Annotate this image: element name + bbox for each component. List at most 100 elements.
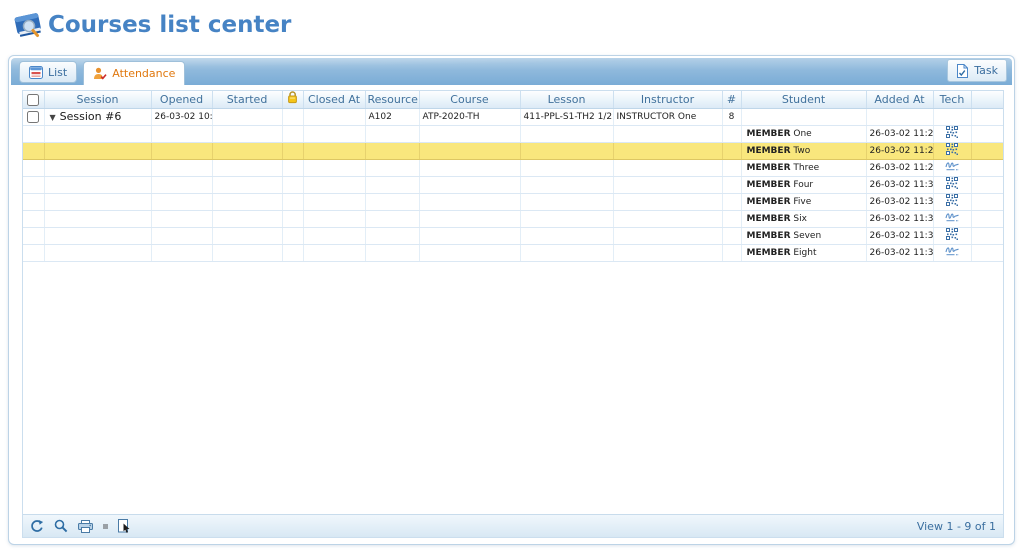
cell-added_at: 26-03-02 11:20: [866, 125, 933, 142]
member-row[interactable]: MEMBER Four26-03-02 11:30: [23, 176, 1003, 193]
task-button[interactable]: Task: [947, 59, 1007, 82]
cell-select: [23, 193, 44, 210]
tab-attendance-label: Attendance: [112, 67, 175, 80]
cell-select: [23, 159, 44, 176]
cell-count: [722, 125, 741, 142]
column-header-student[interactable]: Student: [741, 91, 866, 108]
qr-code-icon[interactable]: [946, 143, 958, 155]
column-header-count[interactable]: #: [722, 91, 741, 108]
cell-select: [23, 176, 44, 193]
column-header-select[interactable]: [23, 91, 44, 108]
cell-actions: [971, 244, 1003, 261]
cell-count: [722, 176, 741, 193]
cell-student: MEMBER One: [741, 125, 866, 142]
cell-course: [419, 159, 520, 176]
cell-started: [212, 125, 282, 142]
print-icon[interactable]: [78, 520, 93, 533]
cell-session: [44, 210, 151, 227]
cell-instructor: [613, 159, 722, 176]
cell-tech: [933, 244, 971, 261]
tab-list[interactable]: List: [19, 61, 77, 83]
column-header-opened[interactable]: Opened: [151, 91, 212, 108]
table-header-row: SessionOpenedStarted Closed AtResourceCou…: [23, 91, 1003, 108]
signature-icon[interactable]: [945, 211, 960, 223]
cell-course: [419, 176, 520, 193]
session-row[interactable]: ▼Session #626-03-02 10:58A102ATP-2020-TH…: [23, 108, 1003, 125]
cell-resource: [365, 210, 419, 227]
cell-resource: [365, 125, 419, 142]
qr-code-icon[interactable]: [946, 126, 958, 138]
column-header-started[interactable]: Started: [212, 91, 282, 108]
task-button-label: Task: [974, 64, 998, 77]
cell-resource: [365, 227, 419, 244]
cell-started: [212, 159, 282, 176]
cell-tech: [933, 142, 971, 159]
student-given: Six: [791, 214, 807, 224]
courses-panel: List Attendance Task: [8, 55, 1015, 545]
attendance-grid: SessionOpenedStarted Closed AtResourceCou…: [22, 90, 1004, 538]
cell-select: [23, 125, 44, 142]
cell-session: [44, 193, 151, 210]
qr-code-icon[interactable]: [946, 228, 958, 240]
cell-resource: [365, 244, 419, 261]
cell-added_at: 26-03-02 11:32: [866, 210, 933, 227]
grid-scroll-area: SessionOpenedStarted Closed AtResourceCou…: [23, 91, 1003, 514]
collapse-icon[interactable]: ▼: [50, 113, 56, 122]
column-header-resource[interactable]: Resource: [365, 91, 419, 108]
column-header-lesson[interactable]: Lesson: [520, 91, 613, 108]
cell-resource: [365, 159, 419, 176]
cell-tech: [933, 227, 971, 244]
column-header-closed_at[interactable]: Closed At: [303, 91, 365, 108]
signature-icon[interactable]: [945, 245, 960, 257]
student-family: MEMBER: [747, 129, 791, 139]
cell-count: [722, 210, 741, 227]
tab-list-label: List: [48, 66, 67, 79]
cell-instructor: [613, 176, 722, 193]
tab-bar: List Attendance Task: [11, 58, 1012, 85]
cell-added_at: 26-03-02 11:22: [866, 159, 933, 176]
column-header-tech[interactable]: Tech: [933, 91, 971, 108]
member-row[interactable]: MEMBER Five26-03-02 11:30: [23, 193, 1003, 210]
cell-student: MEMBER Six: [741, 210, 866, 227]
cell-course: [419, 125, 520, 142]
row-checkbox[interactable]: [27, 111, 39, 123]
cell-started: [212, 176, 282, 193]
cell-started: [212, 108, 282, 125]
cell-instructor: [613, 227, 722, 244]
column-header-actions[interactable]: [971, 91, 1003, 108]
member-row[interactable]: MEMBER Seven26-03-02 11:32: [23, 227, 1003, 244]
signature-icon[interactable]: [945, 160, 960, 172]
column-header-course[interactable]: Course: [419, 91, 520, 108]
column-header-lock[interactable]: [282, 91, 303, 108]
cell-opened: [151, 227, 212, 244]
member-row[interactable]: MEMBER Three26-03-02 11:22: [23, 159, 1003, 176]
member-row[interactable]: MEMBER Two26-03-02 11:20: [23, 142, 1003, 159]
cell-lock: [282, 125, 303, 142]
member-row[interactable]: MEMBER Eight26-03-02 11:35: [23, 244, 1003, 261]
member-row[interactable]: MEMBER Six26-03-02 11:32: [23, 210, 1003, 227]
member-row[interactable]: MEMBER One26-03-02 11:20: [23, 125, 1003, 142]
cell-select: [23, 210, 44, 227]
select-columns-icon[interactable]: [118, 519, 131, 533]
cell-opened: [151, 210, 212, 227]
cell-actions: [971, 227, 1003, 244]
column-header-session[interactable]: Session: [44, 91, 151, 108]
attendance-tab-content: SessionOpenedStarted Closed AtResourceCou…: [11, 85, 1012, 542]
cell-lock: [282, 108, 303, 125]
student-family: MEMBER: [747, 231, 791, 241]
cell-opened: [151, 142, 212, 159]
column-header-added_at[interactable]: Added At: [866, 91, 933, 108]
cell-closed_at: [303, 227, 365, 244]
select-all-checkbox[interactable]: [27, 94, 39, 106]
qr-code-icon[interactable]: [946, 194, 958, 206]
cell-resource: [365, 142, 419, 159]
refresh-icon[interactable]: [30, 519, 44, 533]
cell-closed_at: [303, 193, 365, 210]
cell-closed_at: [303, 125, 365, 142]
search-icon[interactable]: [54, 519, 68, 533]
cell-lesson: [520, 125, 613, 142]
qr-code-icon[interactable]: [946, 177, 958, 189]
column-header-instructor[interactable]: Instructor: [613, 91, 722, 108]
cell-course: [419, 210, 520, 227]
tab-attendance[interactable]: Attendance: [83, 61, 185, 85]
